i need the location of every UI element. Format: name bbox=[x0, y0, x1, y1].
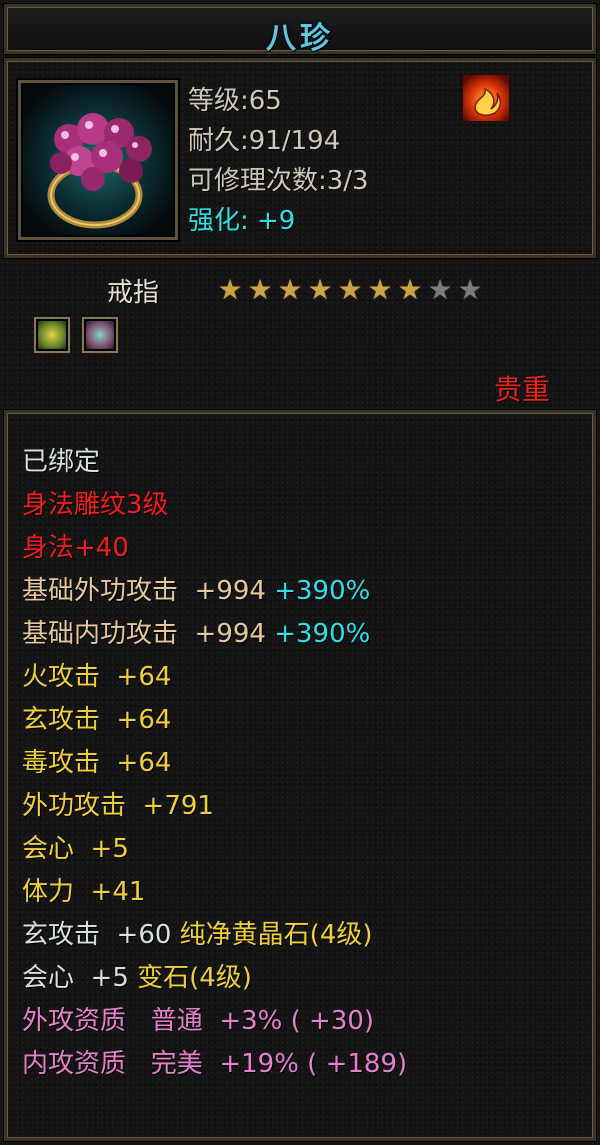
gem-crit-line: 会心 +5 变石(4级) bbox=[22, 957, 252, 994]
star-filled-icon: ★ bbox=[247, 273, 273, 306]
gray-gem-socket-icon bbox=[82, 317, 118, 353]
item-repair-count: 可修理次数:3/3 bbox=[188, 166, 369, 196]
base-outer-attack-line: 基础外功攻击 +994 +390% bbox=[22, 570, 370, 607]
base-inner-attack-value: 基础内功攻击 +994 bbox=[22, 619, 275, 649]
inner-quality-line: 内攻资质 完美 +19% ( +189) bbox=[22, 1049, 408, 1079]
poison-attack-line: 毒攻击 +64 bbox=[22, 748, 172, 778]
item-rarity: 贵重 bbox=[494, 373, 551, 406]
bound-status: 已绑定 bbox=[22, 447, 101, 477]
item-enhance-level: 强化: +9 bbox=[188, 206, 296, 236]
gem-mystic-line: 玄攻击 +60 纯净黄晶石(4级) bbox=[22, 914, 373, 951]
fire-attack-line: 火攻击 +64 bbox=[22, 662, 172, 692]
title-bar: 八珍 bbox=[4, 4, 596, 56]
crit-line: 会心 +5 bbox=[22, 834, 129, 864]
star-filled-icon: ★ bbox=[397, 273, 423, 306]
star-empty-icon: ★ bbox=[457, 273, 483, 306]
gem-crit-name: 变石(4级) bbox=[137, 963, 252, 993]
base-outer-attack-percent: +390% bbox=[274, 576, 371, 606]
base-outer-attack-value: 基础外功攻击 +994 bbox=[22, 576, 275, 606]
star-filled-icon: ★ bbox=[277, 273, 303, 306]
outer-quality-line: 外攻资质 普通 +3% ( +30) bbox=[22, 1006, 375, 1036]
gem-crit-stat: 会心 +5 bbox=[22, 963, 138, 993]
item-durability: 耐久:91/194 bbox=[188, 126, 341, 156]
stamina-line: 体力 +41 bbox=[22, 877, 146, 907]
fire-element-icon bbox=[462, 74, 510, 122]
engraving-line: 身法雕纹3级 bbox=[22, 490, 169, 520]
item-tooltip-panel: 八珍 等级:65 耐久:91/194 可修理次数:3/3 强化: +9 戒指 ★… bbox=[0, 0, 600, 1145]
star-filled-icon: ★ bbox=[367, 273, 393, 306]
star-empty-icon: ★ bbox=[427, 273, 453, 306]
outer-attack-line: 外功攻击 +791 bbox=[22, 791, 214, 821]
mystic-attack-line: 玄攻击 +64 bbox=[22, 705, 172, 735]
ring-with-purple-pearls-icon bbox=[18, 80, 178, 240]
base-inner-attack-percent: +390% bbox=[274, 619, 371, 649]
gem-mystic-stat: 玄攻击 +60 bbox=[22, 920, 180, 950]
item-level: 等级:65 bbox=[188, 86, 282, 116]
agility-line: 身法+40 bbox=[22, 533, 129, 563]
yellow-gem-socket-icon bbox=[34, 317, 70, 353]
item-name: 八珍 bbox=[266, 21, 334, 56]
star-filled-icon: ★ bbox=[307, 273, 333, 306]
item-type: 戒指 bbox=[107, 278, 160, 308]
star-filled-icon: ★ bbox=[337, 273, 363, 306]
base-inner-attack-line: 基础内功攻击 +994 +390% bbox=[22, 613, 370, 650]
gem-mystic-name: 纯净黄晶石(4级) bbox=[179, 920, 373, 950]
star-filled-icon: ★ bbox=[217, 273, 243, 306]
